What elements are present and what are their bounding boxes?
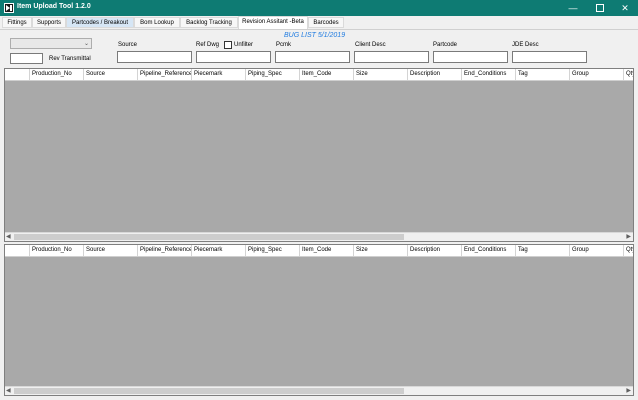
filter-dropdown[interactable]: ⌄ <box>10 38 92 49</box>
title-bar: Item Upload Tool 1.2.0 — ✕ <box>0 0 638 16</box>
col-item-code[interactable]: Item_Code <box>299 69 353 80</box>
col-description[interactable]: Description <box>407 245 461 256</box>
unfilter-label: Unfilter <box>234 42 254 48</box>
scroll-left-icon[interactable]: ◀ <box>6 233 11 240</box>
tab-backlog-tracking[interactable]: Backlog Tracking <box>180 17 238 28</box>
tab-supports[interactable]: Supports <box>32 17 66 28</box>
col-qty[interactable]: Qty <box>623 69 633 80</box>
col-description[interactable]: Description <box>407 69 461 80</box>
col-production-no[interactable]: Production_No <box>29 69 83 80</box>
unfilter-checkbox[interactable] <box>224 41 232 49</box>
row-header-column <box>5 69 29 80</box>
col-piecemark[interactable]: Piecemark <box>191 245 245 256</box>
pcmk-label: Pcmk <box>276 42 291 48</box>
col-piecemark[interactable]: Piecemark <box>191 69 245 80</box>
col-pipeline-reference[interactable]: Pipeline_Reference <box>137 245 191 256</box>
scroll-right-icon[interactable]: ▶ <box>626 233 631 240</box>
col-group[interactable]: Group <box>569 245 623 256</box>
col-item-code[interactable]: Item_Code <box>299 245 353 256</box>
bug-list-link[interactable]: BUG LIST 5/1/2019 <box>284 32 345 39</box>
tab-revision-assistant[interactable]: Revision Assitant -Beta <box>238 16 308 29</box>
grid-header: Production_No Source Pipeline_Reference … <box>5 69 633 81</box>
tab-bom-lookup[interactable]: Bom Lookup <box>134 17 180 28</box>
close-button[interactable]: ✕ <box>612 0 638 16</box>
col-group[interactable]: Group <box>569 69 623 80</box>
col-source[interactable]: Source <box>83 69 137 80</box>
jde-desc-label: JDE Desc <box>512 42 539 48</box>
source-input[interactable] <box>117 51 192 63</box>
ref-dwg-input[interactable] <box>196 51 271 63</box>
col-tag[interactable]: Tag <box>515 245 569 256</box>
horizontal-scrollbar[interactable]: ◀ ▶ <box>5 232 633 241</box>
col-size[interactable]: Size <box>353 69 407 80</box>
col-qty[interactable]: Qty <box>623 245 633 256</box>
tab-partcodes-breakout[interactable]: Partcodes / Breakout <box>66 17 134 28</box>
revision-grid-top[interactable]: Production_No Source Pipeline_Reference … <box>4 68 634 242</box>
col-production-no[interactable]: Production_No <box>29 245 83 256</box>
app-icon <box>4 3 14 13</box>
col-tag[interactable]: Tag <box>515 69 569 80</box>
scrollbar-thumb[interactable] <box>14 388 404 394</box>
minimize-button[interactable]: — <box>560 0 586 16</box>
col-piping-spec[interactable]: Piping_Spec <box>245 245 299 256</box>
tab-bar: Fittings Supports Partcodes / Breakout B… <box>0 16 638 30</box>
jde-desc-input[interactable] <box>512 51 587 63</box>
col-source[interactable]: Source <box>83 245 137 256</box>
maximize-button[interactable] <box>587 0 613 16</box>
revision-grid-bottom[interactable]: Production_No Source Pipeline_Reference … <box>4 244 634 396</box>
col-piping-spec[interactable]: Piping_Spec <box>245 69 299 80</box>
client-desc-input[interactable] <box>354 51 429 63</box>
app-window: Item Upload Tool 1.2.0 — ✕ Fittings Supp… <box>0 0 638 400</box>
horizontal-scrollbar[interactable]: ◀ ▶ <box>5 386 633 395</box>
scroll-right-icon[interactable]: ▶ <box>626 387 631 394</box>
tab-fittings[interactable]: Fittings <box>2 17 32 28</box>
chevron-down-icon: ⌄ <box>83 41 89 47</box>
scrollbar-thumb[interactable] <box>14 234 404 240</box>
rev-transmittal-input[interactable] <box>10 53 43 64</box>
col-size[interactable]: Size <box>353 245 407 256</box>
scroll-left-icon[interactable]: ◀ <box>6 387 11 394</box>
grid-header: Production_No Source Pipeline_Reference … <box>5 245 633 257</box>
col-end-conditions[interactable]: End_Conditions <box>461 245 515 256</box>
ref-dwg-label: Ref Dwg <box>196 42 220 48</box>
window-title: Item Upload Tool 1.2.0 <box>17 3 91 10</box>
row-header-column <box>5 245 29 256</box>
source-label: Source <box>118 42 138 48</box>
tab-barcodes[interactable]: Barcodes <box>308 17 344 28</box>
col-pipeline-reference[interactable]: Pipeline_Reference <box>137 69 191 80</box>
maximize-icon <box>596 4 604 12</box>
rev-transmittal-label: Rev Transmittal <box>49 56 91 62</box>
partcode-input[interactable] <box>433 51 508 63</box>
col-end-conditions[interactable]: End_Conditions <box>461 69 515 80</box>
partcode-label: Partcode <box>433 42 458 48</box>
client-desc-label: Client Desc <box>355 42 386 48</box>
pcmk-input[interactable] <box>275 51 350 63</box>
